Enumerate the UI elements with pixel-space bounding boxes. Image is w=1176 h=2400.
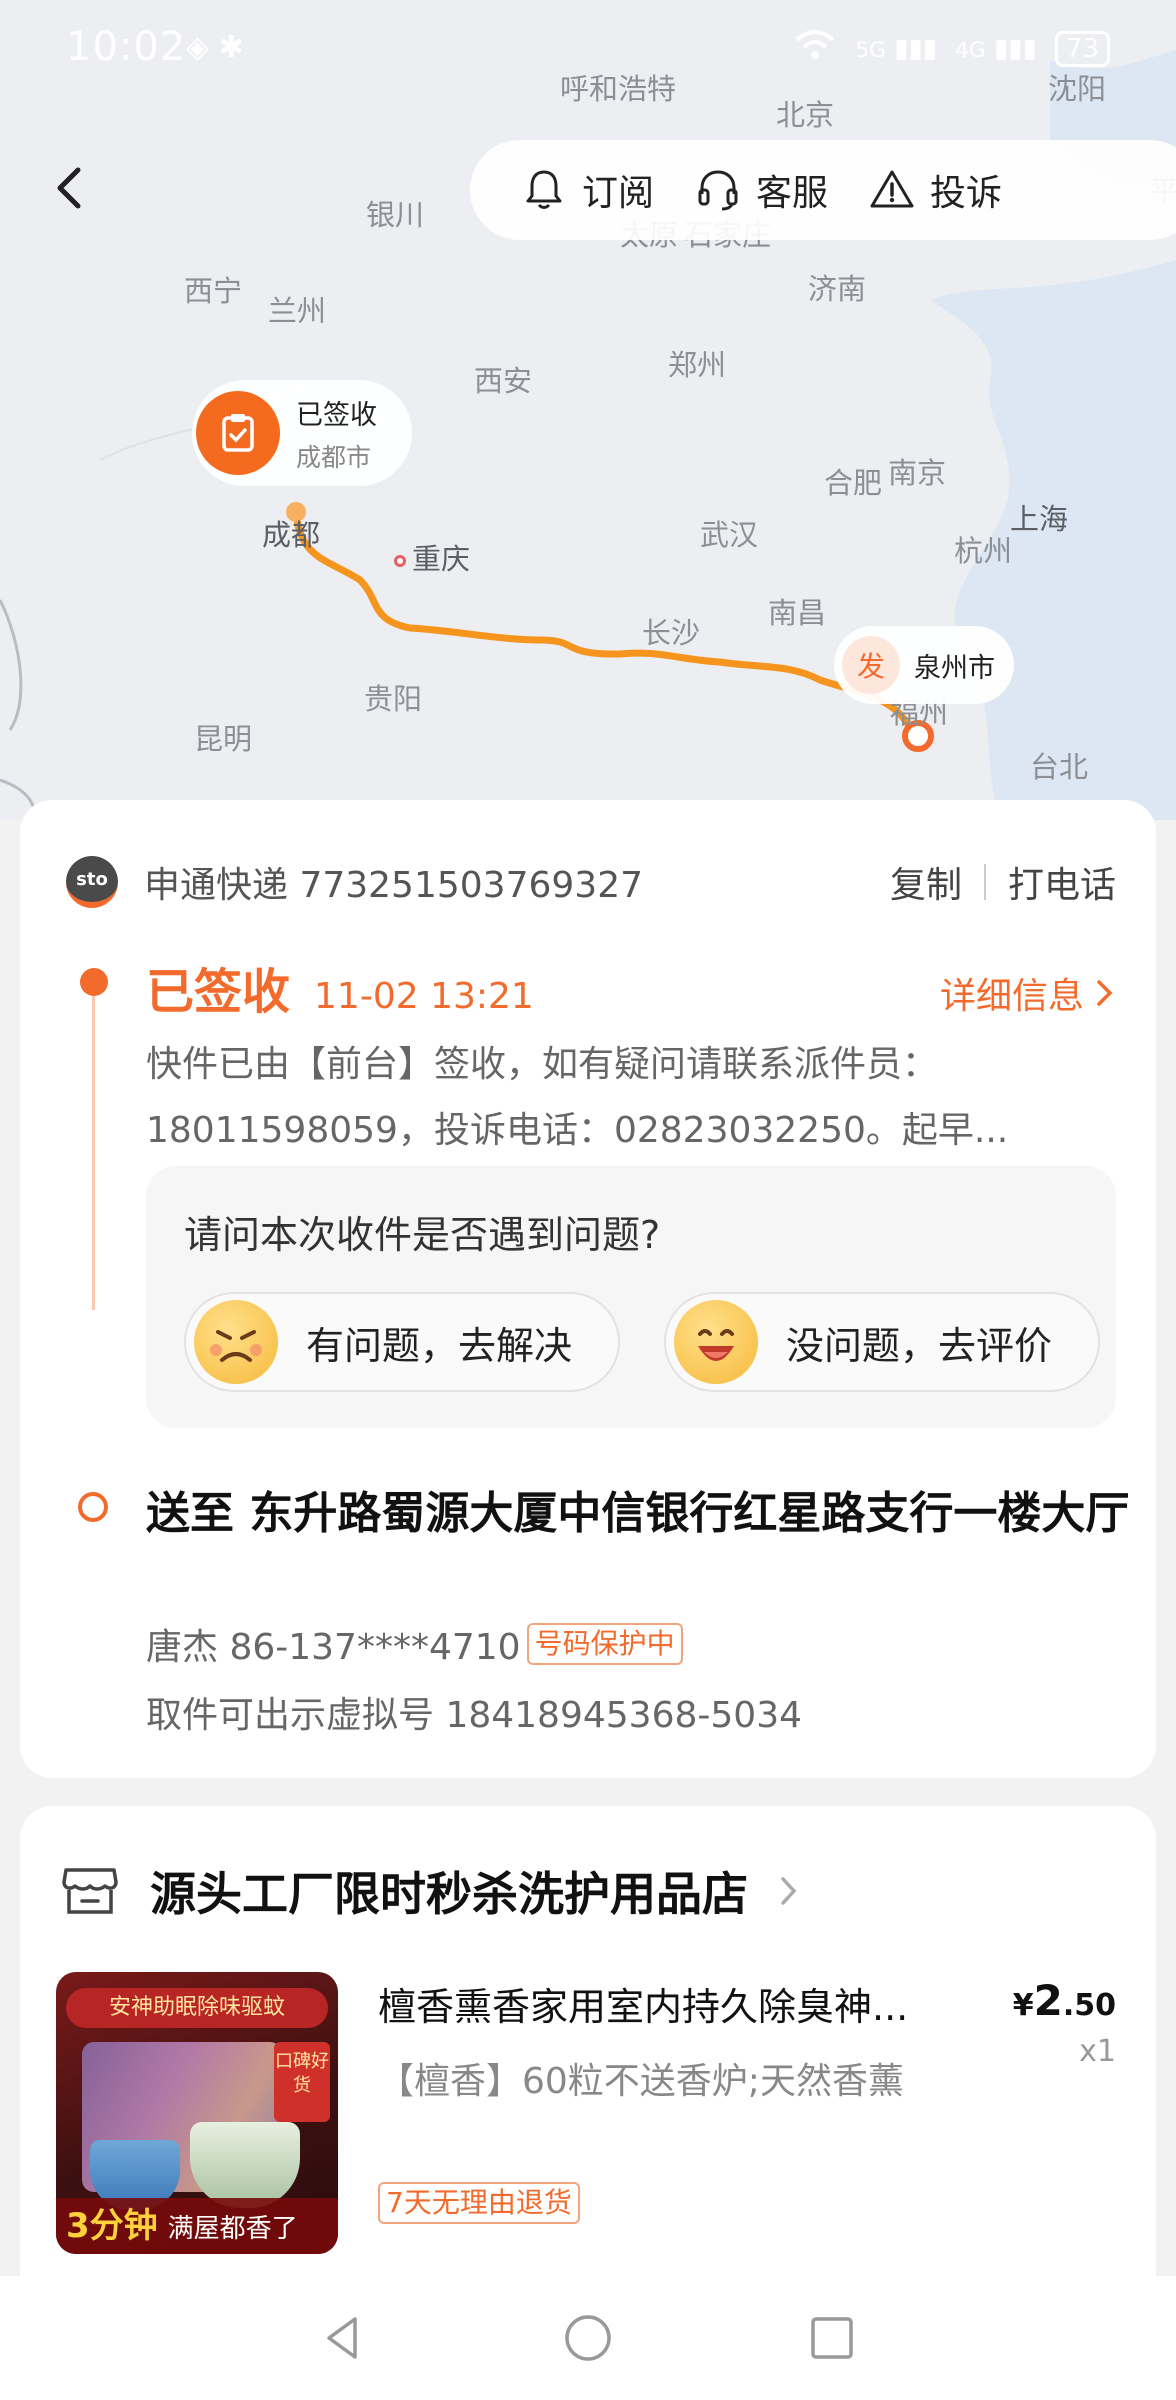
virtual-number[interactable]: 取件可出示虚拟号 18418945368-5034	[146, 1686, 802, 1738]
city-label: 台北	[1030, 750, 1089, 784]
city-label: 郑州	[668, 348, 727, 382]
tracking-card: sto 申通快递 773251503769327 复制 打电话 已签收 11-0…	[20, 800, 1156, 1778]
product-title[interactable]: 檀香熏香家用室内持久除臭神...	[378, 1976, 1018, 2031]
subscribe-label: 订阅	[582, 173, 655, 214]
customer-service-button[interactable]: 客服	[694, 164, 828, 216]
complaint-button[interactable]: 投诉	[868, 164, 1002, 216]
city-label: 长沙	[642, 616, 701, 650]
return-policy-badge: 7天无理由退货	[378, 2182, 580, 2224]
product-spec: 【檀香】60粒不送香炉;天然香薰	[378, 2061, 904, 2102]
city-label: 杭州	[954, 534, 1013, 568]
signal-4g-icon: 4G ▮▮▮	[955, 33, 1037, 64]
number-protection-badge: 号码保护中	[526, 1623, 683, 1665]
call-button[interactable]: 打电话	[1008, 856, 1116, 908]
origin-city: 泉州市	[914, 652, 995, 684]
city-label: 贵阳	[364, 682, 423, 716]
store-icon	[62, 1868, 118, 1914]
survey-question: 请问本次收件是否遇到问题?	[184, 1213, 661, 1257]
upset-face-icon	[194, 1300, 278, 1384]
timeline-line	[92, 980, 95, 1310]
store-name: 源头工厂限时秒杀洗护用品店	[150, 1867, 748, 1921]
receiver-info: 唐杰 86-137****4710 号码保护中	[146, 1618, 683, 1670]
status-row: 已签收 11-02 13:21 详细信息	[146, 952, 1116, 1022]
city-label: 合肥	[824, 466, 883, 500]
origin-location-badge: 发 泉州市	[834, 626, 1014, 704]
wifi-icon	[793, 28, 837, 69]
city-label: 西安	[474, 364, 533, 398]
report-problem-button[interactable]: 有问题，去解决	[184, 1292, 620, 1392]
system-navigation-bar	[0, 2276, 1176, 2400]
city-label: 昆明	[194, 722, 253, 756]
status-time: 10:02	[66, 24, 187, 70]
complaint-label: 投诉	[930, 173, 1003, 214]
bell-icon	[526, 170, 562, 209]
origin-marker: 发	[842, 636, 900, 694]
product-price: ¥2.50	[1012, 1976, 1116, 2025]
recents-square-icon[interactable]	[805, 2311, 859, 2365]
city-label: 西宁	[184, 274, 243, 308]
city-label: 银川	[366, 198, 425, 232]
city-label: 重庆	[394, 536, 470, 578]
home-circle-icon[interactable]	[561, 2311, 615, 2365]
top-action-bar: 订阅 客服 投诉	[470, 140, 1176, 240]
subscribe-button[interactable]: 订阅	[520, 164, 654, 216]
chevron-left-icon	[57, 167, 81, 209]
signed-badge-city: 成都市	[296, 442, 372, 472]
delivery-survey: 请问本次收件是否遇到问题? 有问题，去解决 没问题，去评价	[146, 1166, 1116, 1428]
back-button[interactable]	[40, 158, 100, 218]
status-title: 已签收	[146, 964, 291, 1020]
sto-logo: sto	[66, 856, 118, 908]
store-row[interactable]: 源头工厂限时秒杀洗护用品店	[60, 1858, 800, 1924]
chevron-right-icon	[781, 1877, 797, 1905]
warning-icon	[870, 170, 914, 208]
detail-info-link[interactable]: 详细信息	[940, 967, 1116, 1019]
signed-location-badge: 已签收 成都市	[192, 380, 412, 486]
signed-badge-label: 已签收	[296, 399, 377, 431]
city-label: 南昌	[768, 596, 827, 630]
rate-service-button[interactable]: 没问题，去评价	[664, 1292, 1100, 1392]
map-background	[0, 0, 1176, 820]
headset-icon	[698, 170, 738, 211]
city-label: 济南	[808, 272, 867, 306]
city-label: 上海	[1010, 502, 1069, 536]
signal-5g-icon: 5G ▮▮▮	[855, 33, 938, 64]
back-triangle-icon[interactable]	[317, 2311, 371, 2365]
customer-service-label: 客服	[756, 173, 829, 214]
status-bar: 10:02 ◈ ✱ 5G ▮▮▮ 4G ▮▮▮ 73	[0, 0, 1176, 96]
city-label: 北京	[776, 98, 835, 132]
city-label: 武汉	[700, 518, 759, 552]
happy-face-icon	[674, 1300, 758, 1384]
product-image[interactable]: 安神助眠除味驱蚊 口碑好货 3分钟 满屋都香了	[56, 1972, 338, 2254]
receiver-name-phone: 唐杰 86-137****4710	[146, 1627, 521, 1668]
clipboard-check-icon	[196, 391, 280, 475]
copy-button[interactable]: 复制	[890, 856, 962, 908]
chevron-right-icon	[1097, 980, 1113, 1006]
notification-icons: ◈ ✱	[186, 30, 244, 65]
status-description[interactable]: 快件已由【前台】签收，如有疑问请联系派件员： 18011598059，投诉电话：…	[146, 1032, 1096, 1164]
courier-row: sto 申通快递 773251503769327 复制 打电话	[66, 854, 1116, 910]
route-map[interactable]: 呼和浩特 北京 沈阳 银川 太原 石家庄 西宁 兰州 济南 西安 郑州 合肥 南…	[0, 0, 1176, 820]
delivery-address: 送至 东升路蜀源大厦中信银行红星路支行一楼大厅	[146, 1488, 1130, 1539]
status-time: 11-02 13:21	[314, 976, 534, 1017]
tracking-number: 申通快递 773251503769327	[144, 865, 644, 906]
battery-icon: 73	[1054, 30, 1110, 67]
city-label: 成都	[262, 518, 321, 552]
divider	[983, 864, 986, 900]
product-quantity: x1	[1079, 2034, 1116, 2069]
timeline-dot-current	[80, 968, 108, 996]
timeline-dot-destination	[78, 1492, 108, 1522]
city-label: 兰州	[268, 294, 327, 328]
city-label: 南京	[888, 456, 947, 490]
